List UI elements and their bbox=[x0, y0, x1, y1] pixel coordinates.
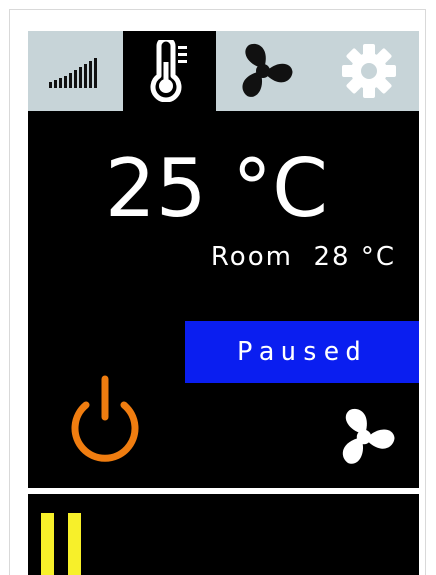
thermostat-device: 25 °C Room 28 °C Paused bbox=[28, 31, 419, 575]
room-temperature: 28 °C bbox=[313, 242, 396, 272]
gear-icon bbox=[341, 44, 396, 98]
fan-button[interactable] bbox=[333, 406, 395, 468]
thermometer-icon bbox=[150, 40, 187, 102]
tab-signal[interactable] bbox=[28, 31, 121, 111]
power-icon bbox=[71, 375, 139, 462]
fan-icon bbox=[342, 408, 395, 464]
tab-settings[interactable] bbox=[318, 31, 419, 111]
tab-fan[interactable] bbox=[216, 31, 309, 111]
fan-icon bbox=[242, 43, 293, 97]
status-badge: Paused bbox=[185, 321, 419, 383]
pause-button[interactable] bbox=[41, 513, 81, 575]
tab-temperature[interactable] bbox=[123, 31, 216, 111]
pause-icon bbox=[41, 513, 54, 575]
room-label: Room bbox=[210, 242, 293, 272]
signal-bars-icon bbox=[48, 58, 97, 88]
power-button[interactable] bbox=[64, 369, 146, 465]
bottom-bar bbox=[28, 494, 419, 575]
pause-icon-bar bbox=[68, 513, 81, 575]
setpoint-temperature: 25 °C bbox=[104, 142, 328, 235]
room-temperature-readout: Room 28 °C bbox=[211, 242, 396, 272]
main-screen: 25 °C Room 28 °C Paused bbox=[28, 111, 419, 488]
tab-bar bbox=[28, 31, 419, 111]
